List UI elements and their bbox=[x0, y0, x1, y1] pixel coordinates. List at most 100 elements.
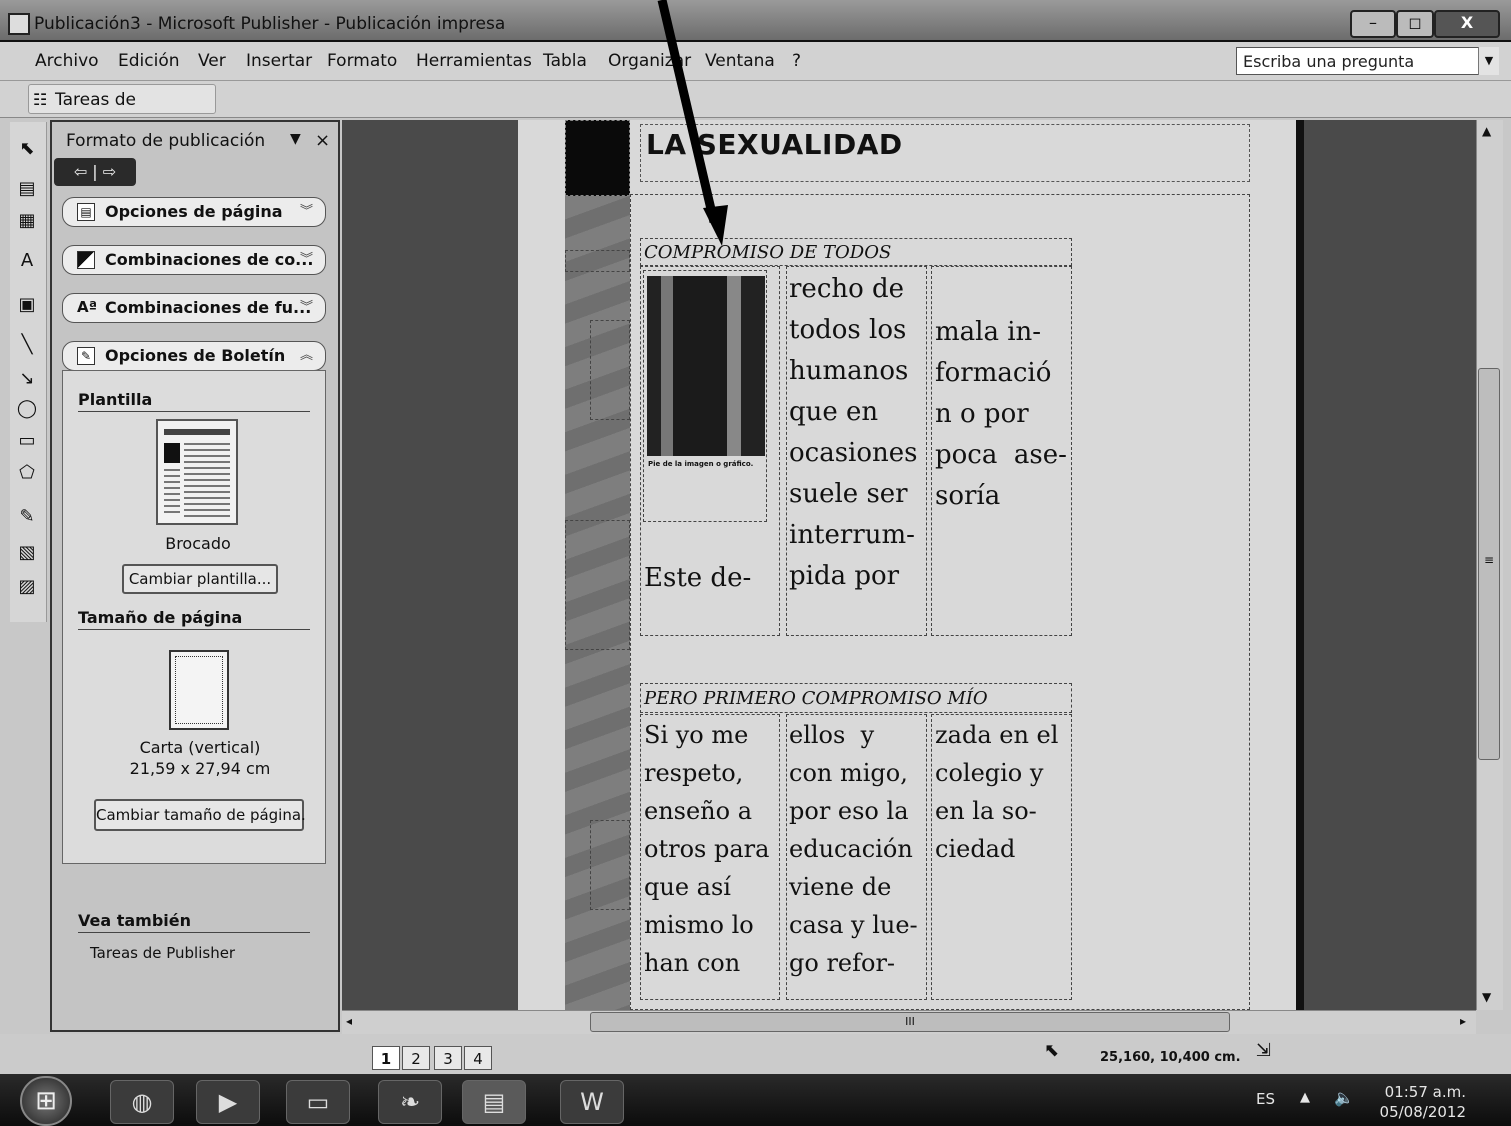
template-heading: Plantilla bbox=[78, 390, 310, 412]
section-newsletter-options[interactable]: ✎ Opciones de Boletín ︽ bbox=[62, 341, 326, 371]
page-size-heading: Tamaño de página bbox=[78, 608, 310, 630]
scroll-up-icon[interactable]: ▲ bbox=[1482, 124, 1491, 138]
masthead-block[interactable] bbox=[565, 120, 630, 196]
page-tab-2[interactable]: 2 bbox=[402, 1046, 430, 1070]
title-bar: Publicación3 - Microsoft Publisher - Pub… bbox=[0, 0, 1511, 42]
template-name: Brocado bbox=[165, 534, 231, 553]
mouse-cursor-icon: ⬉ bbox=[1044, 1040, 1060, 1061]
start-button[interactable]: ⊞ bbox=[20, 1076, 72, 1126]
expand-chevron-icon: ︾ bbox=[299, 204, 313, 219]
article2-heading: PERO PRIMERO COMPROMISO MÍO bbox=[644, 688, 988, 709]
scroll-right-icon[interactable]: ▸ bbox=[1460, 1014, 1466, 1028]
menu-help[interactable]: ? bbox=[792, 51, 801, 71]
section-page-options[interactable]: ▤ Opciones de página ︾ bbox=[62, 197, 326, 227]
article2-column-1: Si yo me respeto, enseño a otros para qu… bbox=[644, 721, 770, 977]
publisher-app-icon[interactable] bbox=[8, 13, 30, 35]
font-scheme-icon: Aª bbox=[77, 298, 98, 316]
page-size-name: Carta (vertical) bbox=[139, 738, 261, 757]
rectangle-tool-icon[interactable]: ▭ bbox=[14, 428, 40, 454]
page-edge bbox=[1296, 120, 1304, 1010]
browser-icon[interactable]: ◍ bbox=[110, 1080, 174, 1124]
section-color-schemes[interactable]: Combinaciones de co... ︾ bbox=[62, 245, 326, 275]
input-language[interactable]: ES bbox=[1256, 1090, 1275, 1108]
picture-frame-icon[interactable]: ▣ bbox=[14, 292, 40, 318]
scroll-grip-icon: ≡ bbox=[1484, 553, 1495, 567]
cursor-position: 25,160, 10,400 cm. bbox=[1100, 1050, 1241, 1065]
article2-column-3: zada en el colegio y en la so- ciedad bbox=[935, 721, 1059, 863]
scroll-down-icon[interactable]: ▼ bbox=[1482, 990, 1491, 1004]
page-tab-3[interactable]: 3 bbox=[434, 1046, 462, 1070]
color-scheme-icon bbox=[77, 251, 95, 269]
article1-column-1: Este de- bbox=[644, 563, 752, 593]
select-pointer-icon[interactable]: ⬉ bbox=[14, 136, 40, 162]
hot-spot-icon[interactable]: ✎ bbox=[14, 504, 40, 530]
section-font-schemes[interactable]: Aª Combinaciones de fu... ︾ bbox=[62, 293, 326, 323]
page-tab-4[interactable]: 4 bbox=[464, 1046, 492, 1070]
see-also-heading: Vea también bbox=[78, 911, 310, 933]
task-pane-nav: ⇦ | ⇨ bbox=[54, 158, 136, 186]
article1-column-3: mala in- formació n o por poca ase- sorí… bbox=[935, 317, 1067, 511]
menu-organizar[interactable]: Organizar bbox=[608, 51, 691, 71]
line-tool-icon[interactable]: ╲ bbox=[14, 332, 40, 358]
maximize-button[interactable]: ◻ bbox=[1396, 10, 1434, 38]
menu-ver[interactable]: Ver bbox=[198, 51, 226, 71]
close-button[interactable]: X bbox=[1434, 10, 1500, 38]
see-also-publisher-tasks-link[interactable]: Tareas de Publisher bbox=[90, 944, 235, 962]
sidebar-frame[interactable] bbox=[590, 820, 630, 910]
menu-formato[interactable]: Formato bbox=[327, 51, 397, 71]
menu-edicion[interactable]: Edición bbox=[118, 51, 180, 71]
sidebar-frame[interactable] bbox=[565, 520, 630, 650]
clock-time: 01:57 a.m. bbox=[1384, 1083, 1466, 1101]
article2-column-2: ellos y con migo, por eso la educación v… bbox=[789, 721, 918, 977]
change-page-size-button[interactable]: Cambiar tamaño de página. bbox=[94, 799, 306, 831]
task-pane-dropdown-icon[interactable]: ▼ bbox=[290, 131, 301, 147]
autoshapes-icon[interactable]: ⬠ bbox=[14, 460, 40, 486]
oval-tool-icon[interactable]: ◯ bbox=[14, 396, 40, 422]
insert-table-icon[interactable]: ▦ bbox=[14, 208, 40, 234]
menu-herramientas[interactable]: Herramientas bbox=[416, 51, 532, 71]
wordart-icon[interactable]: A bbox=[14, 248, 40, 274]
design-gallery-icon[interactable]: ▨ bbox=[14, 574, 40, 600]
media-player-icon[interactable]: ▶ bbox=[196, 1080, 260, 1124]
section-label: Combinaciones de fu... bbox=[105, 298, 312, 317]
web-form-control-icon[interactable]: ▧ bbox=[14, 540, 40, 566]
section-label: Opciones de Boletín bbox=[105, 346, 286, 365]
back-arrow-icon[interactable]: ⇦ bbox=[74, 162, 87, 181]
task-pane-close-icon[interactable]: × bbox=[315, 130, 330, 151]
toolbar bbox=[0, 81, 1511, 118]
publisher-taskbar-icon[interactable]: ▤ bbox=[462, 1080, 526, 1124]
sidebar-frame[interactable] bbox=[565, 250, 630, 272]
menu-archivo[interactable]: Archivo bbox=[35, 51, 99, 71]
horizontal-scroll-thumb[interactable]: III bbox=[590, 1012, 1230, 1032]
section-label: Opciones de página bbox=[105, 202, 283, 221]
expand-chevron-icon: ︾ bbox=[299, 252, 313, 267]
template-thumbnail[interactable] bbox=[156, 419, 238, 525]
scroll-left-icon[interactable]: ◂ bbox=[346, 1014, 352, 1028]
text-box-icon[interactable]: ▤ bbox=[14, 176, 40, 202]
expand-chevron-icon: ︾ bbox=[299, 300, 313, 315]
forward-arrow-icon[interactable]: ⇨ bbox=[103, 162, 116, 181]
window-title: Publicación3 - Microsoft Publisher - Pub… bbox=[34, 14, 506, 34]
menu-insertar[interactable]: Insertar bbox=[246, 51, 312, 71]
change-template-button[interactable]: Cambiar plantilla... bbox=[122, 564, 278, 594]
file-explorer-icon[interactable]: ▭ bbox=[286, 1080, 350, 1124]
minimize-button[interactable]: – bbox=[1350, 10, 1396, 38]
menu-ventana[interactable]: Ventana bbox=[705, 51, 775, 71]
publisher-tasks-button[interactable]: ☷ Tareas de Publisher bbox=[28, 84, 216, 140]
page-size-thumbnail[interactable] bbox=[169, 650, 229, 730]
sidebar-frame[interactable] bbox=[590, 320, 630, 420]
task-pane-title: Formato de publicación bbox=[66, 131, 266, 151]
arrow-tool-icon[interactable]: ↘ bbox=[14, 366, 40, 392]
page-tab-1[interactable]: 1 bbox=[372, 1046, 400, 1070]
ask-question-input[interactable]: Escriba una pregunta bbox=[1236, 47, 1498, 75]
system-clock[interactable]: 01:57 a.m. 05/08/2012 bbox=[1376, 1082, 1466, 1122]
menu-tabla[interactable]: Tabla bbox=[543, 51, 587, 71]
article1-column-2: recho de todos los humanos que en ocasio… bbox=[789, 274, 918, 591]
volume-icon[interactable]: 🔈 bbox=[1334, 1088, 1354, 1107]
show-hidden-icons-icon[interactable]: ▲ bbox=[1300, 1090, 1310, 1105]
book-app-icon[interactable]: ❧ bbox=[378, 1080, 442, 1124]
article1-heading: COMPROMISO DE TODOS bbox=[644, 242, 892, 263]
word-taskbar-icon[interactable]: W bbox=[560, 1080, 624, 1124]
page-size-dimensions: 21,59 x 27,94 cm bbox=[129, 759, 271, 778]
chevron-down-icon[interactable]: ▼ bbox=[1478, 47, 1499, 75]
